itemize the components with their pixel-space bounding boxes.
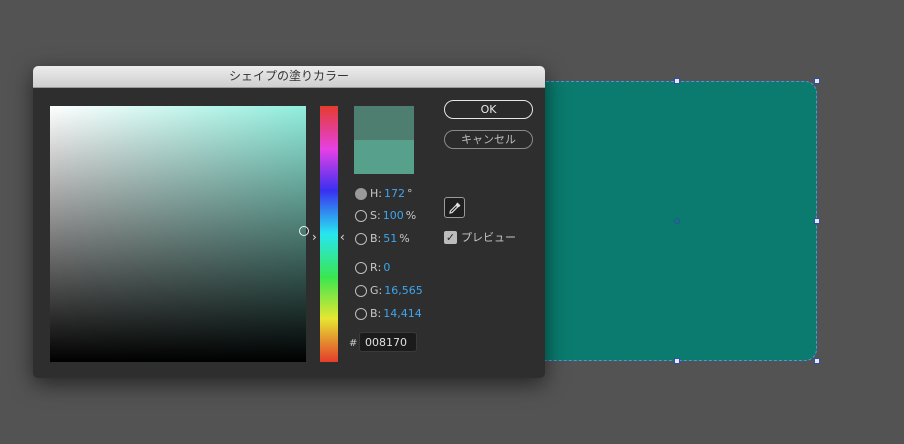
green-row: G : 16,565 (355, 284, 425, 298)
blue-radio[interactable] (355, 308, 367, 320)
brightness-value[interactable]: 51 (383, 232, 397, 246)
red-label: R (370, 261, 378, 274)
handle-middle-right[interactable] (814, 218, 820, 224)
hue-slider-right-arrow[interactable]: ‹ (340, 231, 345, 243)
eyedropper-button[interactable] (444, 197, 465, 218)
saturation-row: S : 100 % (355, 209, 416, 223)
cancel-button[interactable]: キャンセル (444, 130, 533, 149)
red-value[interactable]: 0 (383, 261, 390, 275)
eyedropper-icon (448, 202, 460, 214)
saturation-unit: % (405, 209, 417, 222)
blue-separator: : (377, 307, 382, 320)
hue-label: H (370, 187, 379, 200)
brightness-row: B : 51 % (355, 232, 410, 246)
blue-value[interactable]: 14,414 (383, 307, 422, 321)
hue-separator: : (378, 187, 382, 200)
green-value[interactable]: 16,565 (384, 284, 423, 298)
ok-button[interactable]: OK (444, 100, 533, 119)
saturation-radio[interactable] (355, 210, 367, 222)
brightness-label: B (370, 232, 378, 245)
saturation-separator: : (376, 209, 381, 222)
new-color-swatch (354, 106, 414, 140)
red-separator: : (377, 261, 382, 274)
preview-checkbox[interactable]: ✓ (444, 230, 457, 244)
dialog-title: シェイプの塗りカラー (33, 66, 545, 88)
color-field-cursor[interactable] (299, 226, 309, 236)
preview-option[interactable]: ✓ プレビュー (444, 229, 516, 245)
hue-slider-left-arrow[interactable]: › (312, 231, 317, 243)
handle-top-right[interactable] (814, 78, 820, 84)
blue-row: B : 14,414 (355, 307, 424, 321)
green-separator: : (378, 284, 383, 297)
shape-center-point[interactable] (674, 218, 680, 224)
blue-label: B (370, 307, 378, 320)
hex-label: # (349, 338, 358, 349)
hue-slider[interactable] (320, 106, 338, 362)
brightness-separator: : (377, 232, 382, 245)
preview-label: プレビュー (461, 231, 516, 244)
original-color-swatch[interactable] (354, 140, 414, 174)
brightness-unit: % (399, 232, 410, 245)
hue-row: H : 172 ° (355, 187, 413, 201)
hex-input[interactable]: 008170 (359, 332, 417, 352)
green-radio[interactable] (355, 285, 367, 297)
hue-unit: ° (407, 187, 413, 200)
hue-value[interactable]: 172 (384, 187, 405, 201)
handle-top-middle[interactable] (674, 78, 680, 84)
handle-bottom-middle[interactable] (674, 358, 680, 364)
brightness-radio[interactable] (355, 233, 367, 245)
hue-radio[interactable] (355, 188, 367, 200)
red-row: R : 0 (355, 261, 392, 275)
green-label: G (370, 284, 379, 297)
saturation-value[interactable]: 100 (383, 209, 404, 223)
handle-bottom-right[interactable] (814, 358, 820, 364)
red-radio[interactable] (355, 262, 367, 274)
saturation-label: S (370, 209, 377, 222)
fill-color-dialog: シェイプの塗りカラー › ‹ H : 172 ° S : 100 % B : 5… (33, 66, 545, 378)
saturation-brightness-field[interactable] (50, 106, 306, 362)
